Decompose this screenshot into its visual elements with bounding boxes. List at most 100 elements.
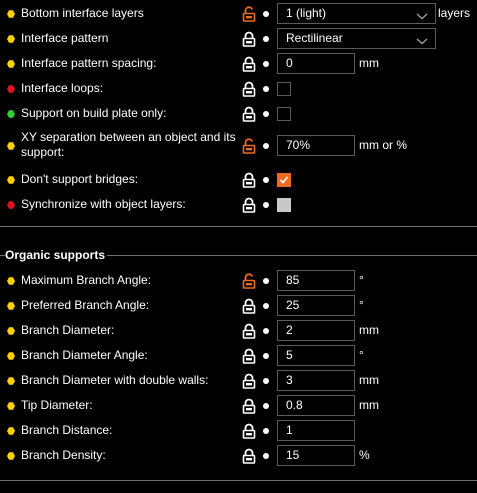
- dot-icon[interactable]: [263, 202, 269, 208]
- dont-support-bridges-checkbox[interactable]: [277, 173, 291, 187]
- dot-icon[interactable]: [263, 11, 269, 17]
- setting-label: Branch Diameter:: [21, 323, 115, 337]
- bottom-interface-layers-select[interactable]: 1 (light): [277, 3, 436, 24]
- dot-icon[interactable]: [263, 111, 269, 117]
- chevron-down-icon[interactable]: [416, 8, 428, 20]
- mode-bullet-icon: [7, 176, 15, 184]
- setting-label: Interface pattern spacing:: [21, 56, 157, 70]
- setting-label: Preferred Branch Angle:: [21, 298, 150, 312]
- tip-diameter-input[interactable]: 0.8: [277, 395, 355, 416]
- setting-label: Don't support bridges:: [21, 172, 139, 186]
- dot-icon[interactable]: [263, 278, 269, 284]
- lock-icon[interactable]: [241, 106, 257, 122]
- mode-bullet-icon: [7, 452, 15, 460]
- synchronize-with-object-layers-checkbox[interactable]: [277, 198, 291, 212]
- maximum-branch-angle-input[interactable]: 85: [277, 270, 355, 291]
- unlocked-lock-icon[interactable]: [241, 273, 257, 289]
- unit-label: %: [359, 448, 370, 462]
- mode-bullet-icon: [7, 35, 15, 43]
- lock-icon[interactable]: [241, 56, 257, 72]
- unit-label: mm: [359, 398, 379, 412]
- setting-row-branch-diameter-double-walls: Branch Diameter with double walls: 3 mm: [0, 369, 477, 393]
- select-value: 1 (light): [286, 6, 327, 20]
- unit-label: layers: [438, 6, 471, 20]
- dot-icon[interactable]: [263, 428, 269, 434]
- interface-loops-checkbox[interactable]: [277, 82, 291, 96]
- unit-label: mm: [359, 56, 379, 70]
- unlocked-lock-icon[interactable]: [241, 6, 257, 22]
- dot-icon[interactable]: [263, 378, 269, 384]
- unit-label: °: [359, 273, 364, 287]
- mode-bullet-icon: [7, 60, 15, 68]
- interface-pattern-spacing-input[interactable]: 0: [277, 53, 355, 74]
- setting-row-dont-support-bridges: Don't support bridges:: [0, 168, 477, 192]
- preferred-branch-angle-input[interactable]: 25: [277, 295, 355, 316]
- mode-bullet-icon: [7, 142, 15, 150]
- setting-label: Interface pattern: [21, 31, 109, 45]
- unit-label: mm or %: [359, 138, 407, 152]
- mode-bullet-icon: [7, 110, 15, 118]
- dot-icon[interactable]: [263, 143, 269, 149]
- mode-bullet-icon: [7, 427, 15, 435]
- mode-bullet-icon: [7, 377, 15, 385]
- branch-diameter-double-walls-input[interactable]: 3: [277, 370, 355, 391]
- section-title-organic-supports: Organic supports: [5, 248, 108, 263]
- mode-bullet-icon: [7, 302, 15, 310]
- dot-icon[interactable]: [263, 303, 269, 309]
- setting-row-interface-pattern: Interface pattern Rectilinear: [0, 27, 477, 51]
- select-value: Rectilinear: [286, 31, 343, 45]
- lock-icon[interactable]: [241, 172, 257, 188]
- setting-label: Branch Diameter with double walls:: [21, 373, 209, 387]
- branch-diameter-input[interactable]: 2: [277, 320, 355, 341]
- lock-icon[interactable]: [241, 298, 257, 314]
- setting-row-maximum-branch-angle: Maximum Branch Angle: 85 °: [0, 269, 477, 293]
- unit-label: °: [359, 298, 364, 312]
- lock-icon[interactable]: [241, 323, 257, 339]
- lock-icon[interactable]: [241, 31, 257, 47]
- setting-row-preferred-branch-angle: Preferred Branch Angle: 25 °: [0, 294, 477, 318]
- section-divider: [0, 226, 477, 227]
- dot-icon[interactable]: [263, 61, 269, 67]
- branch-diameter-angle-input[interactable]: 5: [277, 345, 355, 366]
- dot-icon[interactable]: [263, 86, 269, 92]
- mode-bullet-icon: [7, 277, 15, 285]
- interface-pattern-select[interactable]: Rectilinear: [277, 28, 436, 49]
- mode-bullet-icon: [7, 402, 15, 410]
- mode-bullet-icon: [7, 85, 15, 93]
- dot-icon[interactable]: [263, 177, 269, 183]
- lock-icon[interactable]: [241, 373, 257, 389]
- setting-row-interface-loops: Interface loops:: [0, 77, 477, 101]
- setting-row-support-on-build-plate-only: Support on build plate only:: [0, 102, 477, 126]
- branch-density-input[interactable]: 15: [277, 445, 355, 466]
- setting-row-branch-diameter-angle: Branch Diameter Angle: 5 °: [0, 344, 477, 368]
- support-on-build-plate-only-checkbox[interactable]: [277, 107, 291, 121]
- lock-icon[interactable]: [241, 448, 257, 464]
- setting-label: Tip Diameter:: [21, 398, 93, 412]
- setting-label: XY separation between an object and its …: [21, 130, 236, 159]
- lock-icon[interactable]: [241, 81, 257, 97]
- setting-row-interface-pattern-spacing: Interface pattern spacing: 0 mm: [0, 52, 477, 76]
- dot-icon[interactable]: [263, 328, 269, 334]
- unit-label: °: [359, 348, 364, 362]
- setting-label: Bottom interface layers: [21, 6, 144, 20]
- branch-distance-input[interactable]: 1: [277, 420, 355, 441]
- setting-row-branch-diameter: Branch Diameter: 2 mm: [0, 319, 477, 343]
- setting-row-synchronize-with-object-layers: Synchronize with object layers:: [0, 193, 477, 217]
- chevron-down-icon[interactable]: [416, 33, 428, 45]
- xy-separation-input[interactable]: 70%: [277, 135, 355, 156]
- checkmark-icon: [279, 176, 289, 184]
- lock-icon[interactable]: [241, 348, 257, 364]
- lock-icon[interactable]: [241, 197, 257, 213]
- setting-label: Branch Distance:: [21, 423, 113, 437]
- dot-icon[interactable]: [263, 453, 269, 459]
- unlocked-lock-icon[interactable]: [241, 138, 257, 154]
- lock-icon[interactable]: [241, 398, 257, 414]
- unit-label: mm: [359, 373, 379, 387]
- dot-icon[interactable]: [263, 36, 269, 42]
- setting-label: Interface loops:: [21, 81, 104, 95]
- setting-label: Branch Density:: [21, 448, 106, 462]
- mode-bullet-icon: [7, 10, 15, 18]
- lock-icon[interactable]: [241, 423, 257, 439]
- dot-icon[interactable]: [263, 353, 269, 359]
- dot-icon[interactable]: [263, 403, 269, 409]
